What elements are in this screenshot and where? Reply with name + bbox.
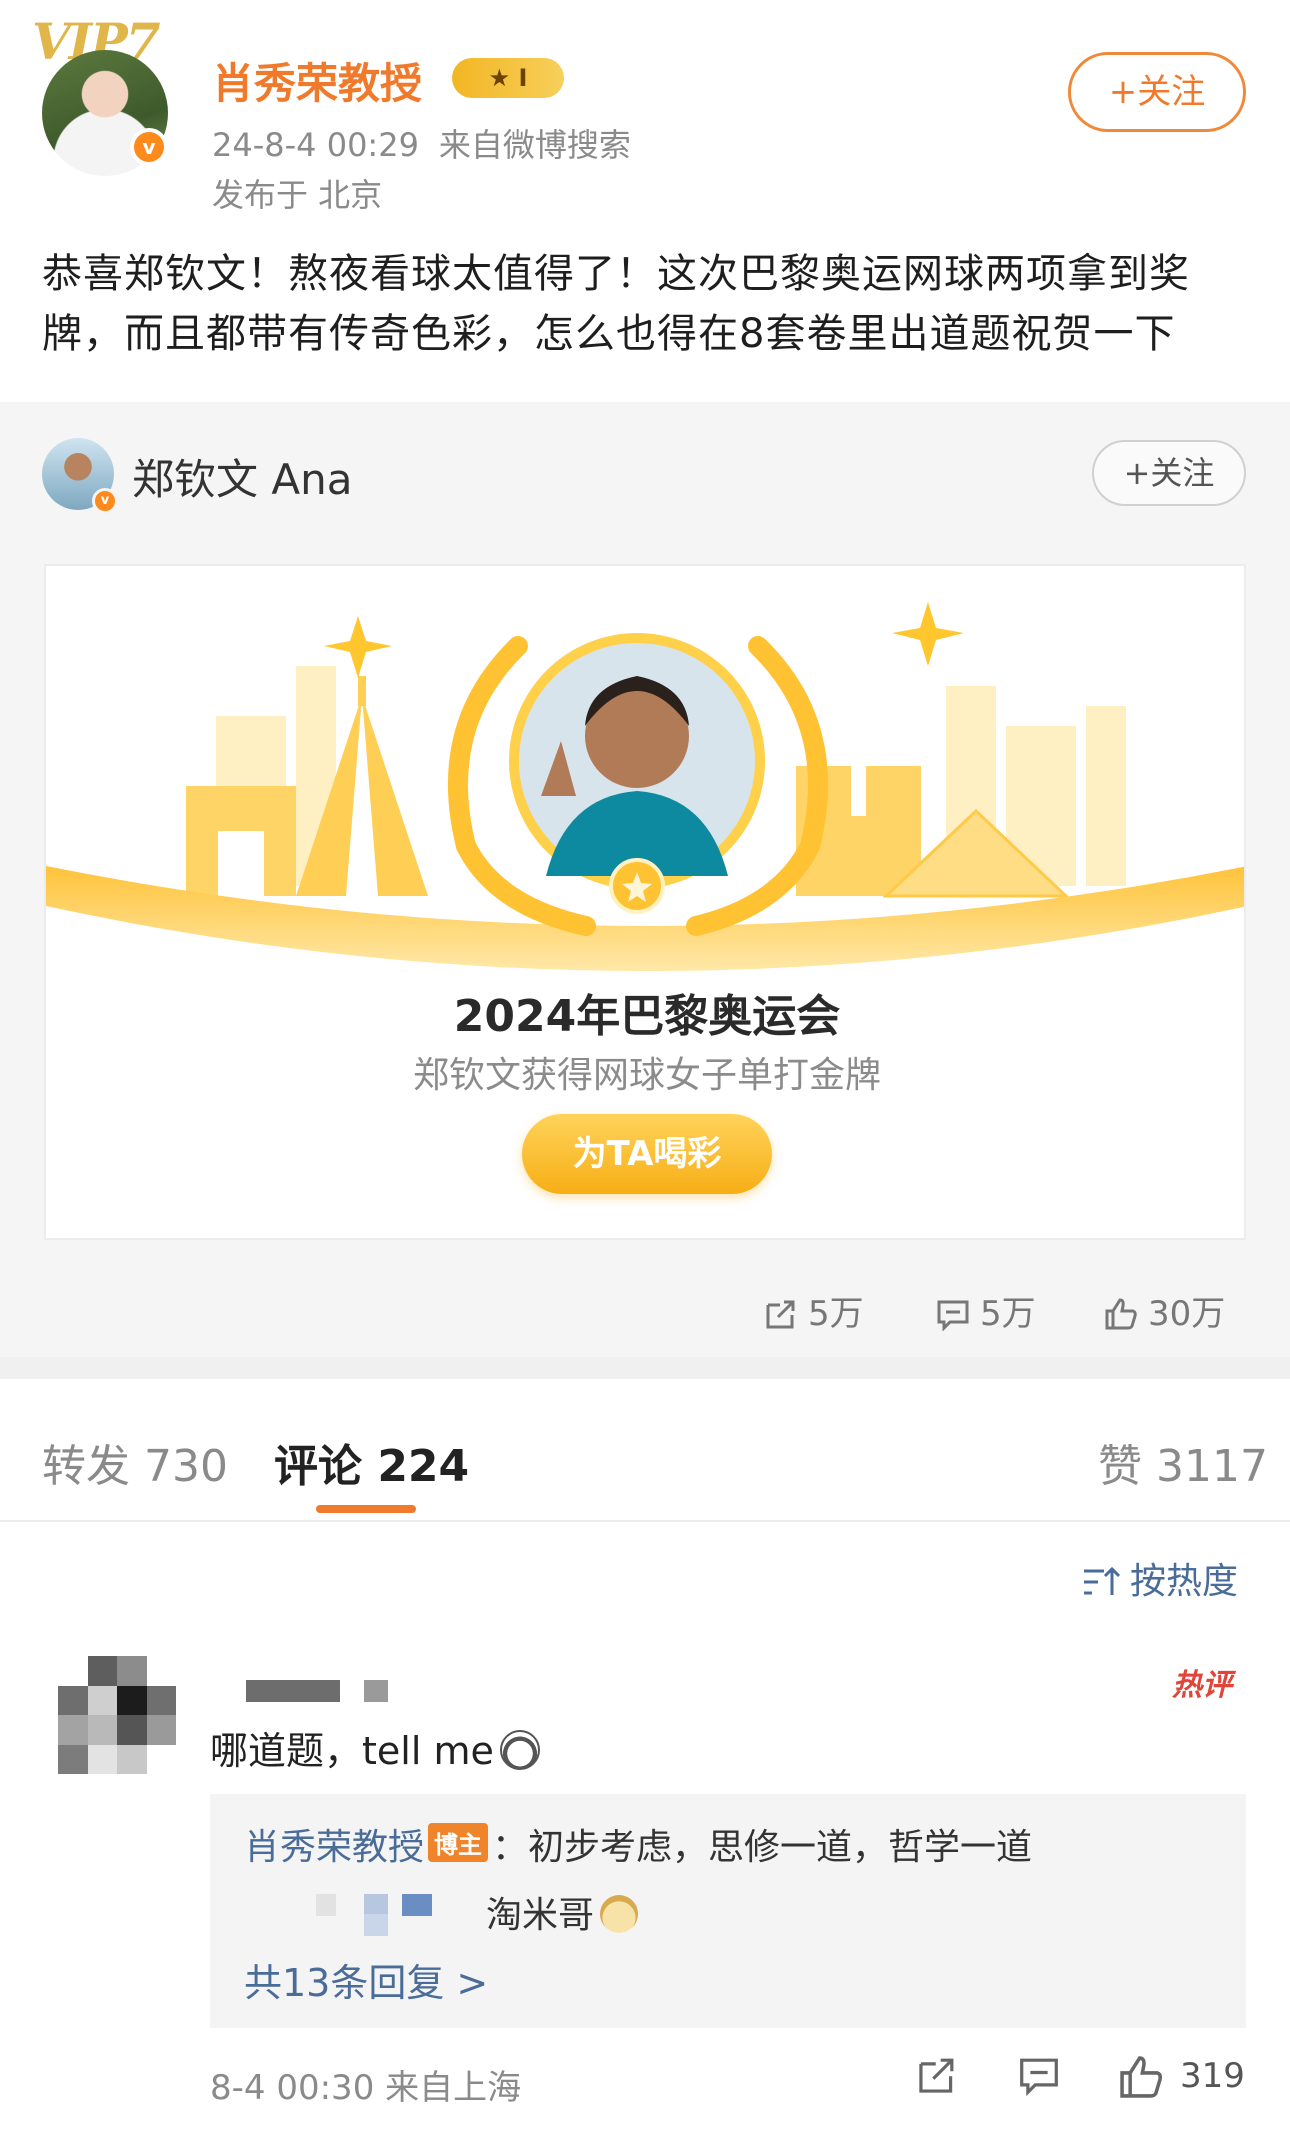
tab-likes[interactable]: 赞 3117 <box>1098 1430 1268 1494</box>
reply-item[interactable]: 肖秀荣教授 博主 ：初步考虑，思修一道，哲学一道 <box>244 1818 1032 1870</box>
comment-meta: 8-4 00:30 来自上海 <box>210 2060 521 2109</box>
hot-comment-tag: 热评 <box>1172 1668 1232 1703</box>
comment-like-button[interactable] <box>1118 2054 1164 2100</box>
repost-follow-button[interactable]: +关注 <box>1092 440 1246 506</box>
cheer-button[interactable]: 为TA喝彩 <box>522 1114 772 1194</box>
thumbs-up-icon <box>1120 2056 1163 2098</box>
post-date: 24-8-4 00:29 <box>212 126 419 164</box>
tab-repost[interactable]: 转发 730 <box>42 1430 228 1494</box>
comment-location: 来自上海 <box>385 2068 522 2108</box>
tab-divider <box>0 1520 1290 1522</box>
comment-time: 8-4 00:30 <box>210 2068 375 2108</box>
comment-count: 5万 <box>980 1294 1036 1334</box>
thumbs-up-icon <box>1105 1298 1137 1330</box>
share-count: 5万 <box>808 1294 864 1334</box>
post-meta: 24-8-4 00:29 来自微博搜索 <box>212 120 651 166</box>
crown-icon[interactable]: ★ I <box>452 58 564 98</box>
comment-text: 哪道题，tell me <box>210 1720 540 1775</box>
doge-emoji-icon <box>600 1895 639 1933</box>
active-tab-indicator <box>316 1505 416 1513</box>
reply-author[interactable]: 肖秀荣教授 <box>244 1827 424 1868</box>
section-divider <box>0 1357 1290 1379</box>
commenter-name-redacted[interactable] <box>246 1680 340 1702</box>
repost-share-button[interactable]: 5万 <box>764 1286 864 1335</box>
commenter-avatar[interactable] <box>58 1656 176 1774</box>
sort-icon <box>1084 1566 1121 1595</box>
share-icon <box>919 2058 954 2093</box>
author-badge: 博主 <box>428 1823 489 1862</box>
like-count: 30万 <box>1148 1294 1226 1334</box>
post-source: 来自微博搜索 <box>438 126 631 164</box>
reply-text: ：初步考虑，思修一道，哲学一道 <box>492 1827 1033 1868</box>
olympic-banner[interactable]: 2024年巴黎奥运会 郑钦文获得网球女子单打金牌 为TA喝彩 <box>44 564 1246 1240</box>
comment-share-button[interactable] <box>916 2054 958 2096</box>
sort-label: 按热度 <box>1130 1561 1239 1602</box>
more-replies-link[interactable]: 共13条回复 > <box>244 1952 488 2007</box>
share-icon <box>766 1300 795 1329</box>
repost-author-name[interactable]: 郑钦文 Ana <box>132 446 352 507</box>
comment-body: 哪道题，tell me <box>210 1729 494 1773</box>
comment-like-count: 319 <box>1180 2056 1245 2096</box>
verified-icon: v <box>92 488 118 514</box>
commenter-badge-redacted <box>364 1680 388 1702</box>
follow-button[interactable]: +关注 <box>1068 52 1246 132</box>
level-badge: I <box>518 64 528 92</box>
tab-comments[interactable]: 评论 224 <box>274 1430 469 1494</box>
reply-author-redacted <box>364 1894 388 1914</box>
sort-button[interactable]: 按热度 <box>1082 1552 1238 1604</box>
comment-reply-button[interactable] <box>1018 2054 1060 2096</box>
reply-item[interactable]: 淘米哥 <box>486 1886 639 1938</box>
reply2-text: 淘米哥 <box>486 1895 595 1936</box>
post-location: 发布于 北京 <box>212 176 383 214</box>
author-name[interactable]: 肖秀荣教授 <box>212 50 422 111</box>
repost-like-button[interactable]: 30万 <box>1104 1286 1225 1335</box>
banner-title: 2024年巴黎奥运会 <box>453 991 841 1042</box>
post-text: 恭喜郑钦文！熬夜看球太值得了！这次巴黎奥运网球两项拿到奖牌，而且都带有传奇色彩，… <box>42 251 1190 357</box>
comment-icon <box>937 1300 969 1331</box>
reply-author-redacted <box>402 1894 432 1916</box>
repost-comment-button[interactable]: 5万 <box>936 1286 1036 1335</box>
verified-icon: v <box>130 128 168 166</box>
reply-author-redacted <box>364 1914 388 1936</box>
banner-subtitle: 郑钦文获得网球女子单打金牌 <box>412 1055 881 1096</box>
reply-author-redacted <box>316 1894 336 1916</box>
comment-icon <box>1020 2058 1058 2096</box>
shocked-emoji-icon <box>499 1730 540 1770</box>
